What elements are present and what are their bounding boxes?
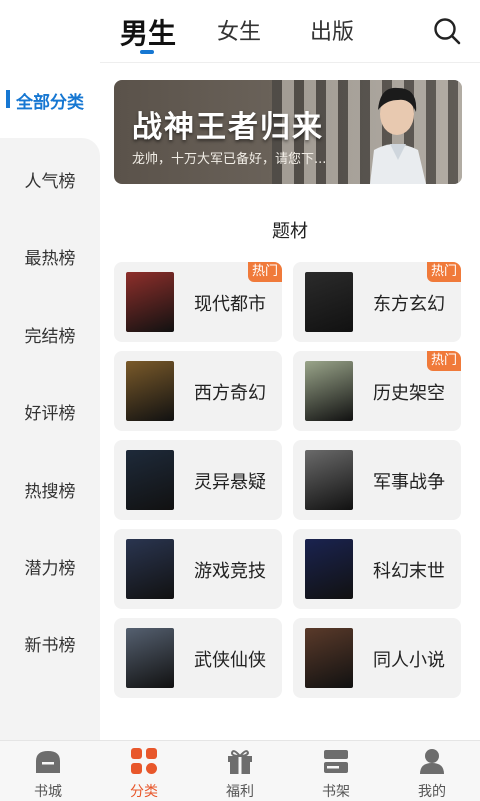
genre-label: 同人小说 — [373, 650, 445, 671]
genre-card[interactable]: 历史架空 热门 — [293, 351, 461, 431]
genre-label: 现代都市 — [194, 294, 266, 315]
sidebar-item-popular[interactable]: 人气榜 — [0, 167, 100, 192]
nav-label-profile: 我的 — [418, 784, 446, 800]
profile-icon — [420, 749, 444, 774]
nav-label-category: 分类 — [130, 784, 158, 800]
section-title-genre: 题材 — [272, 221, 308, 242]
category-icon — [131, 748, 157, 774]
genre-card[interactable]: 现代都市 热门 — [114, 262, 282, 342]
genre-label: 武侠仙侠 — [194, 650, 266, 671]
genre-cover-image — [305, 628, 353, 688]
bottom-navigation: 书城 分类 福利 书架 我的 — [0, 740, 480, 801]
sidebar-item-potential[interactable]: 潜力榜 — [0, 554, 100, 579]
nav-label-bookstore: 书城 — [34, 784, 62, 800]
genre-label: 灵异悬疑 — [194, 472, 266, 493]
top-tab-bar: 男生 女生 出版 — [0, 0, 480, 63]
genre-card[interactable]: 同人小说 — [293, 618, 461, 698]
nav-bookshelf[interactable]: 书架 — [288, 741, 384, 801]
genre-card[interactable]: 武侠仙侠 — [114, 618, 282, 698]
gift-icon — [228, 750, 252, 774]
nav-label-bookshelf: 书架 — [322, 784, 350, 800]
sidebar-item-all[interactable]: 全部分类 — [0, 88, 100, 113]
tab-male[interactable]: 男生 — [120, 12, 176, 52]
genre-card[interactable]: 军事战争 — [293, 440, 461, 520]
active-tab-indicator — [140, 50, 154, 54]
genre-cover-image — [126, 361, 174, 421]
nav-bookstore[interactable]: 书城 — [0, 741, 96, 801]
sidebar-item-new-books[interactable]: 新书榜 — [0, 631, 100, 656]
banner-character-image — [370, 87, 426, 184]
hot-badge: 热门 — [248, 262, 282, 282]
bookstore-icon — [36, 751, 60, 773]
genre-cover-image — [305, 272, 353, 332]
bookshelf-icon — [324, 750, 348, 773]
genre-label: 东方玄幻 — [373, 294, 445, 315]
genre-cover-image — [126, 450, 174, 510]
tab-female[interactable]: 女生 — [217, 14, 261, 46]
nav-label-welfare: 福利 — [226, 784, 254, 800]
genre-cover-image — [126, 539, 174, 599]
genre-cover-image — [305, 361, 353, 421]
genre-label: 西方奇幻 — [194, 383, 266, 404]
search-icon[interactable] — [432, 16, 462, 46]
sidebar-item-hottest[interactable]: 最热榜 — [0, 244, 100, 269]
genre-card[interactable]: 灵异悬疑 — [114, 440, 282, 520]
genre-card[interactable]: 科幻末世 — [293, 529, 461, 609]
genre-label: 军事战争 — [373, 472, 445, 493]
genre-card[interactable]: 西方奇幻 — [114, 351, 282, 431]
nav-category[interactable]: 分类 — [96, 741, 192, 801]
tab-publish[interactable]: 出版 — [310, 14, 354, 46]
genre-cover-image — [126, 628, 174, 688]
banner-title: 战神王者归来 — [132, 110, 324, 145]
sidebar-item-top-rated[interactable]: 好评榜 — [0, 399, 100, 424]
genre-card[interactable]: 东方玄幻 热门 — [293, 262, 461, 342]
sidebar-item-trending-search[interactable]: 热搜榜 — [0, 477, 100, 502]
genre-cover-image — [305, 450, 353, 510]
genre-card[interactable]: 游戏竞技 — [114, 529, 282, 609]
promo-banner[interactable]: 战神王者归来 龙帅，十万大军已备好，请您下... — [114, 80, 462, 184]
sidebar-item-completed[interactable]: 完结榜 — [0, 322, 100, 347]
genre-label: 科幻末世 — [373, 561, 445, 582]
nav-welfare[interactable]: 福利 — [192, 741, 288, 801]
genre-label: 历史架空 — [373, 383, 445, 404]
nav-profile[interactable]: 我的 — [384, 741, 480, 801]
genre-label: 游戏竞技 — [194, 561, 266, 582]
genre-cover-image — [126, 272, 174, 332]
hot-badge: 热门 — [427, 351, 461, 371]
genre-cover-image — [305, 539, 353, 599]
hot-badge: 热门 — [427, 262, 461, 282]
banner-subtitle: 龙帅，十万大军已备好，请您下... — [132, 152, 327, 167]
